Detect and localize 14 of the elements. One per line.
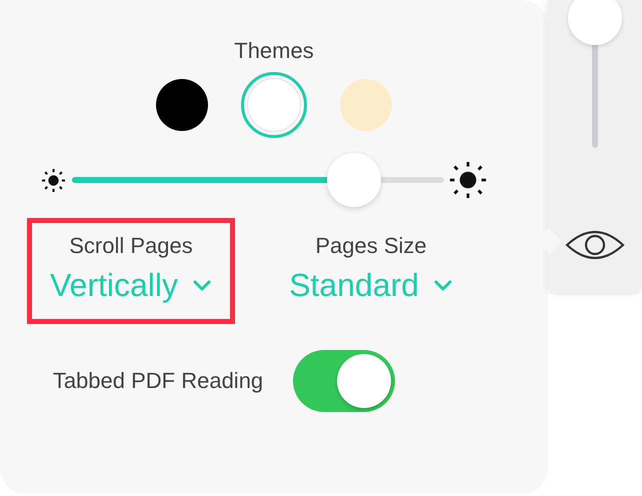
vertical-slider-thumb[interactable] [568, 0, 622, 45]
toggle-label: Tabbed PDF Reading [52, 368, 264, 394]
sun-large-icon [450, 162, 486, 198]
themes-label: Themes [234, 38, 314, 64]
option-dropdown[interactable]: Standard [289, 267, 453, 304]
chevron-down-icon [432, 280, 453, 292]
option-dropdown[interactable]: Vertically [50, 267, 212, 304]
option-label: Pages Size [315, 233, 427, 259]
sun-small-icon [40, 168, 66, 192]
option-label: Scroll Pages [69, 233, 193, 259]
chevron-down-icon [192, 280, 212, 292]
slider-thumb[interactable] [327, 153, 382, 207]
theme-swatch[interactable] [241, 72, 307, 138]
brightness-slider[interactable] [72, 152, 444, 208]
